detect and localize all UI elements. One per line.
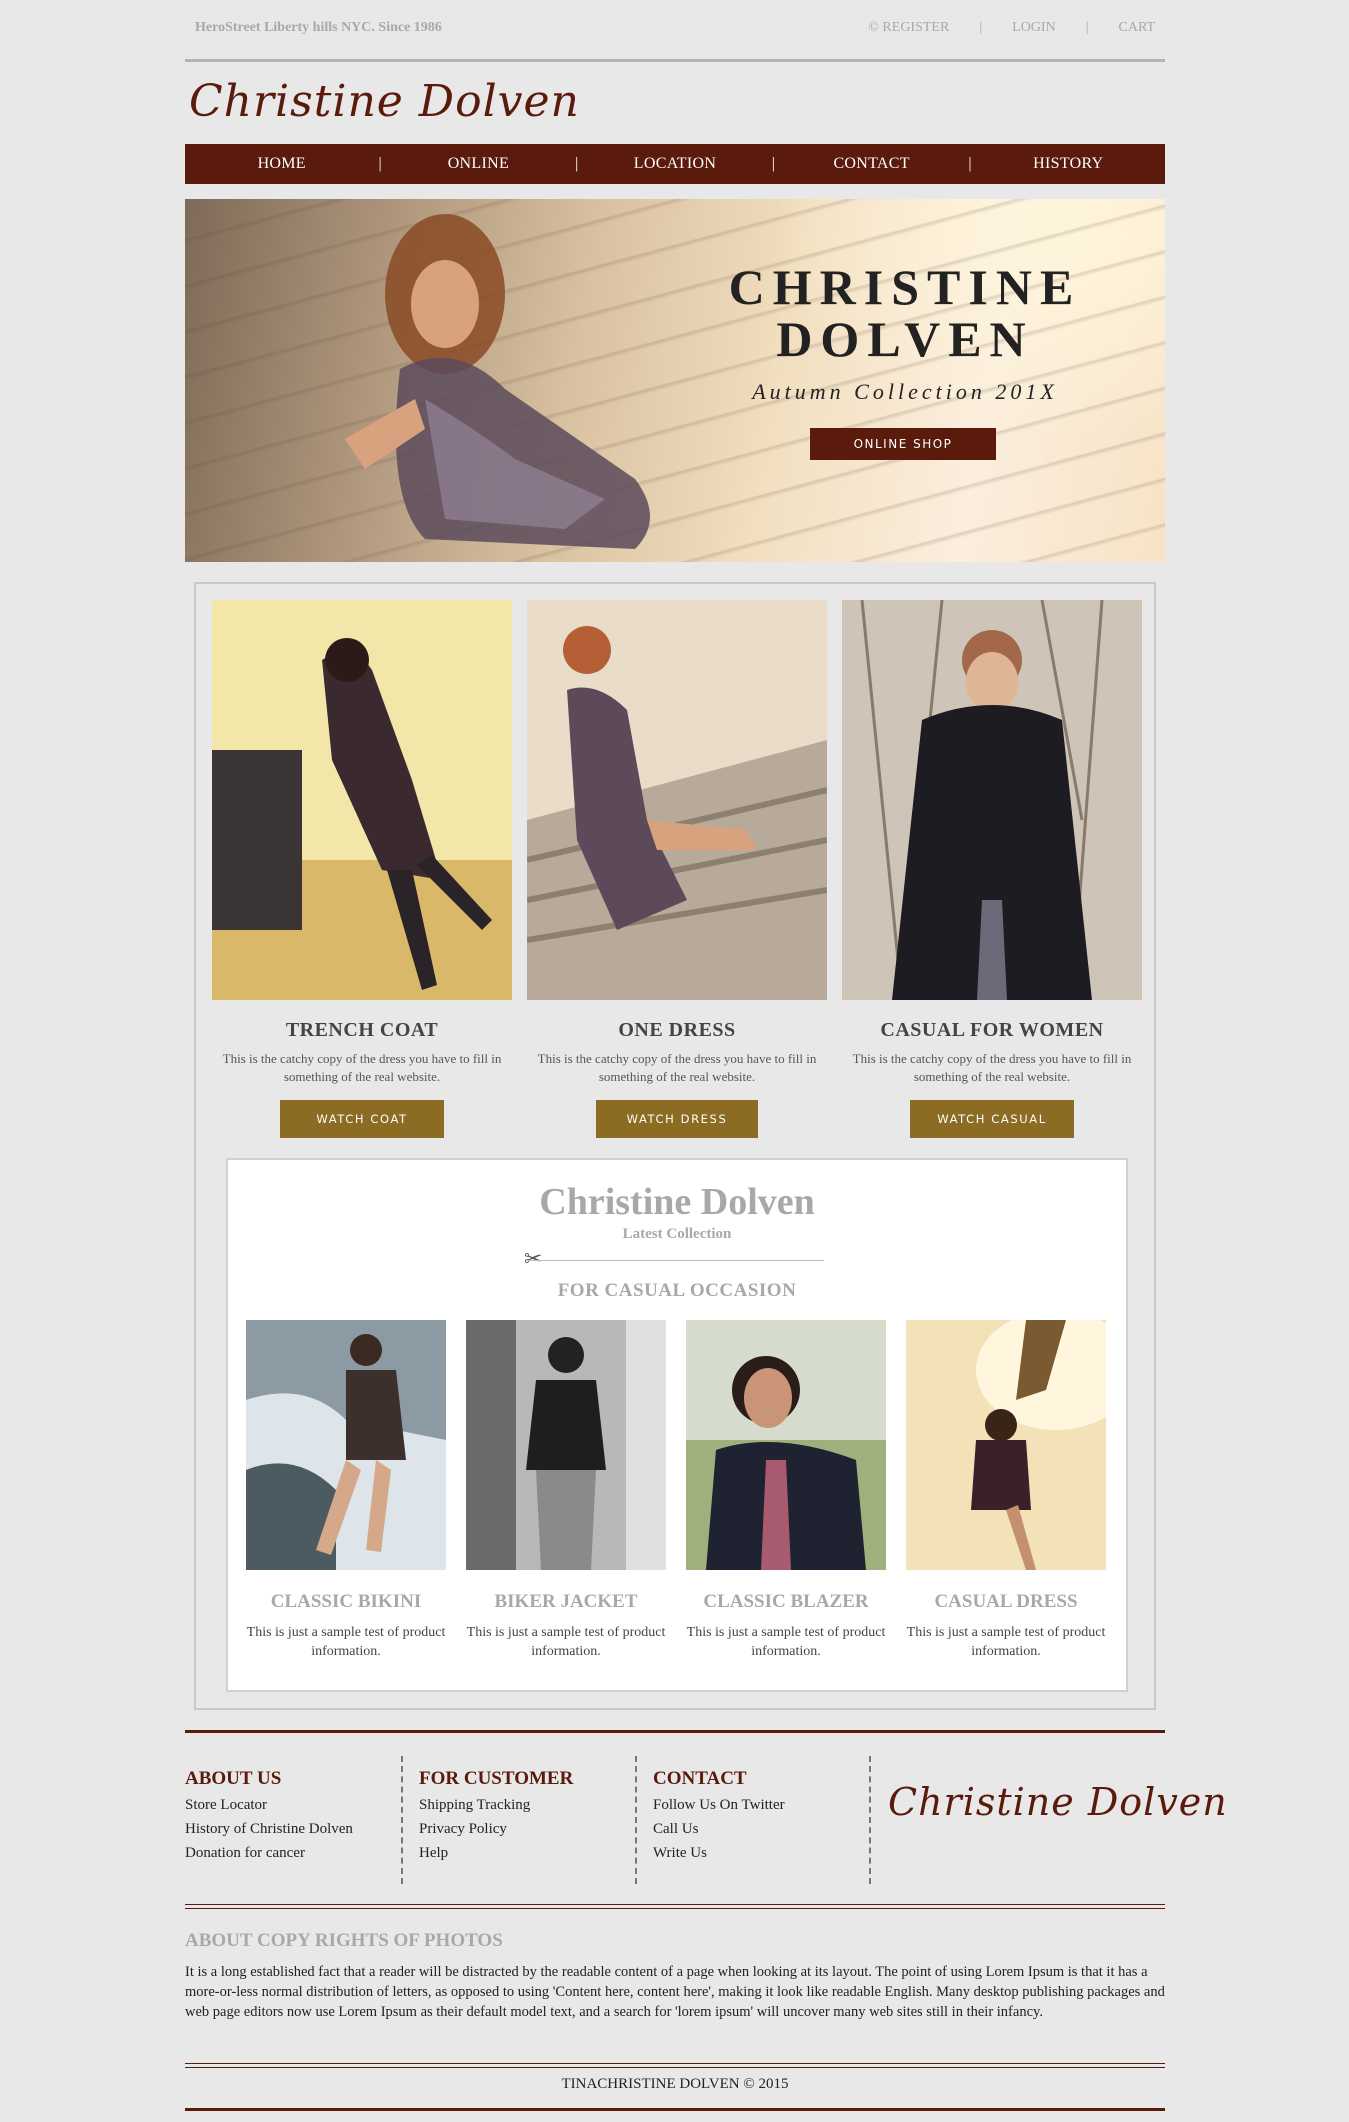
scissors-icon: ✂ — [524, 1246, 543, 1271]
footer-link-call-us[interactable]: Call Us — [653, 1821, 863, 1838]
product-card: CASUAL DRESS This is just a sample test … — [906, 1310, 1136, 1661]
footer-dashed-divider — [401, 1756, 403, 1884]
latest-title: Christine Dolven — [539, 1181, 815, 1223]
main-nav: HOME | ONLINE | LOCATION | CONTACT | HIS… — [185, 144, 1165, 184]
footer-divider — [185, 2108, 1165, 2111]
one-dress-image[interactable] — [526, 600, 828, 1000]
footer-dashed-divider — [869, 1756, 871, 1884]
footer-customer: FOR CUSTOMER Shipping Tracking Privacy P… — [419, 1756, 629, 1884]
footer-divider — [185, 1904, 1165, 1905]
footer-link-privacy-policy[interactable]: Privacy Policy — [419, 1821, 629, 1838]
footer-link-help[interactable]: Help — [419, 1845, 629, 1862]
footer-heading: CONTACT — [653, 1768, 747, 1789]
footer-link-twitter[interactable]: Follow Us On Twitter — [653, 1797, 863, 1814]
footer-contact: CONTACT Follow Us On Twitter Call Us Wri… — [653, 1756, 863, 1884]
store-address: HeroStreet Liberty hills NYC. Since 1986 — [195, 20, 442, 35]
trench-coat-image[interactable] — [212, 600, 512, 1000]
nav-item-location[interactable]: LOCATION — [578, 155, 771, 173]
feature-title: CASUAL FOR WOMEN — [880, 1019, 1104, 1041]
register-link[interactable]: © REGISTER — [838, 20, 979, 36]
feature-title: TRENCH COAT — [285, 1019, 439, 1041]
product-title: CLASSIC BLAZER — [703, 1591, 869, 1612]
nav-item-online[interactable]: ONLINE — [382, 155, 575, 173]
footer-link-history[interactable]: History of Christine Dolven — [185, 1821, 395, 1838]
feature-card: TRENCH COAT This is the catchy copy of t… — [212, 600, 512, 1138]
feature-description: This is the catchy copy of the dress you… — [537, 1051, 817, 1084]
divider — [528, 1260, 824, 1261]
occasion-heading: FOR CASUAL OCCASION — [557, 1280, 797, 1301]
hero-subtitle: Autumn Collection 201X — [752, 379, 1058, 404]
hero-title-line1: CHRISTINE — [728, 259, 1082, 315]
feature-description: This is the catchy copy of the dress you… — [852, 1051, 1132, 1084]
nav-item-contact[interactable]: CONTACT — [775, 155, 968, 173]
hero-title-line2: DOLVEN — [776, 311, 1034, 367]
feature-card: ONE DRESS This is the catchy copy of the… — [526, 600, 828, 1138]
site-credit: TINACHRISTINE DOLVEN © 2015 — [561, 2076, 789, 2092]
nav-item-history[interactable]: HISTORY — [972, 155, 1165, 173]
product-card: BIKER JACKET This is just a sample test … — [466, 1320, 666, 1661]
hero-banner: CHRISTINE DOLVEN Autumn Collection 201X … — [185, 199, 1165, 562]
footer-about: ABOUT US Store Locator History of Christ… — [185, 1756, 395, 1884]
footer-divider — [185, 1908, 1165, 1909]
logo-text: Christine Dolven — [189, 76, 580, 127]
hero-title: CHRISTINE DOLVEN — [725, 261, 1085, 365]
product-description: This is just a sample test of product in… — [686, 1625, 886, 1659]
watch-coat-button[interactable]: WATCH COAT — [280, 1100, 444, 1138]
footer-link-write-us[interactable]: Write Us — [653, 1845, 863, 1862]
footer-dashed-divider — [635, 1756, 637, 1884]
footer-divider — [185, 1730, 1165, 1733]
product-description: This is just a sample test of product in… — [906, 1625, 1106, 1659]
cart-link[interactable]: CART — [1089, 20, 1156, 36]
product-card: CLASSIC BLAZER This is just a sample tes… — [686, 1320, 886, 1661]
biker-jacket-image[interactable] — [466, 1320, 666, 1570]
footer-divider — [185, 2067, 1165, 2068]
feature-description: This is the catchy copy of the dress you… — [222, 1051, 502, 1084]
header-logo[interactable]: Christine Dolven — [185, 72, 1165, 134]
casual-dress-image[interactable] — [906, 1310, 1136, 1570]
watch-dress-button[interactable]: WATCH DRESS — [596, 1100, 758, 1138]
top-bar: HeroStreet Liberty hills NYC. Since 1986… — [185, 0, 1165, 62]
copyright-text: It is a long established fact that a rea… — [185, 1964, 1165, 2020]
account-links: © REGISTER | LOGIN | CART — [838, 20, 1155, 36]
latest-collection: Christine Dolven Latest Collection ✂ FOR… — [226, 1158, 1136, 1692]
classic-blazer-image[interactable] — [686, 1320, 886, 1570]
footer-divider — [185, 2063, 1165, 2064]
collection-panel: TRENCH COAT This is the catchy copy of t… — [194, 582, 1156, 1710]
watch-casual-button[interactable]: WATCH CASUAL — [910, 1100, 1074, 1138]
nav-item-home[interactable]: HOME — [185, 155, 378, 173]
footer-link-donation[interactable]: Donation for cancer — [185, 1845, 395, 1862]
footer-heading: FOR CUSTOMER — [419, 1768, 574, 1789]
casual-for-women-image[interactable] — [842, 599, 1142, 1001]
product-card: CLASSIC BIKINI This is just a sample tes… — [246, 1320, 446, 1661]
online-shop-button[interactable]: ONLINE SHOP — [810, 428, 996, 460]
login-link[interactable]: LOGIN — [982, 20, 1086, 36]
feature-title: ONE DRESS — [618, 1019, 736, 1041]
feature-card: CASUAL FOR WOMEN This is the catchy copy… — [842, 599, 1142, 1138]
product-title: CASUAL DRESS — [934, 1591, 1078, 1612]
product-description: This is just a sample test of product in… — [246, 1625, 446, 1659]
product-title: BIKER JACKET — [494, 1591, 638, 1612]
product-description: This is just a sample test of product in… — [466, 1625, 666, 1659]
product-title: CLASSIC BIKINI — [270, 1591, 422, 1612]
footer-link-store-locator[interactable]: Store Locator — [185, 1797, 395, 1814]
footer-link-shipping-tracking[interactable]: Shipping Tracking — [419, 1797, 629, 1814]
footer-heading: ABOUT US — [185, 1768, 282, 1789]
classic-bikini-image[interactable] — [246, 1320, 446, 1570]
copyright-heading: ABOUT COPY RIGHTS OF PHOTOS — [185, 1930, 503, 1951]
latest-subtitle: Latest Collection — [622, 1226, 732, 1242]
hero-model-image — [345, 214, 650, 549]
footer-logo-text: Christine Dolven — [888, 1780, 1228, 1824]
